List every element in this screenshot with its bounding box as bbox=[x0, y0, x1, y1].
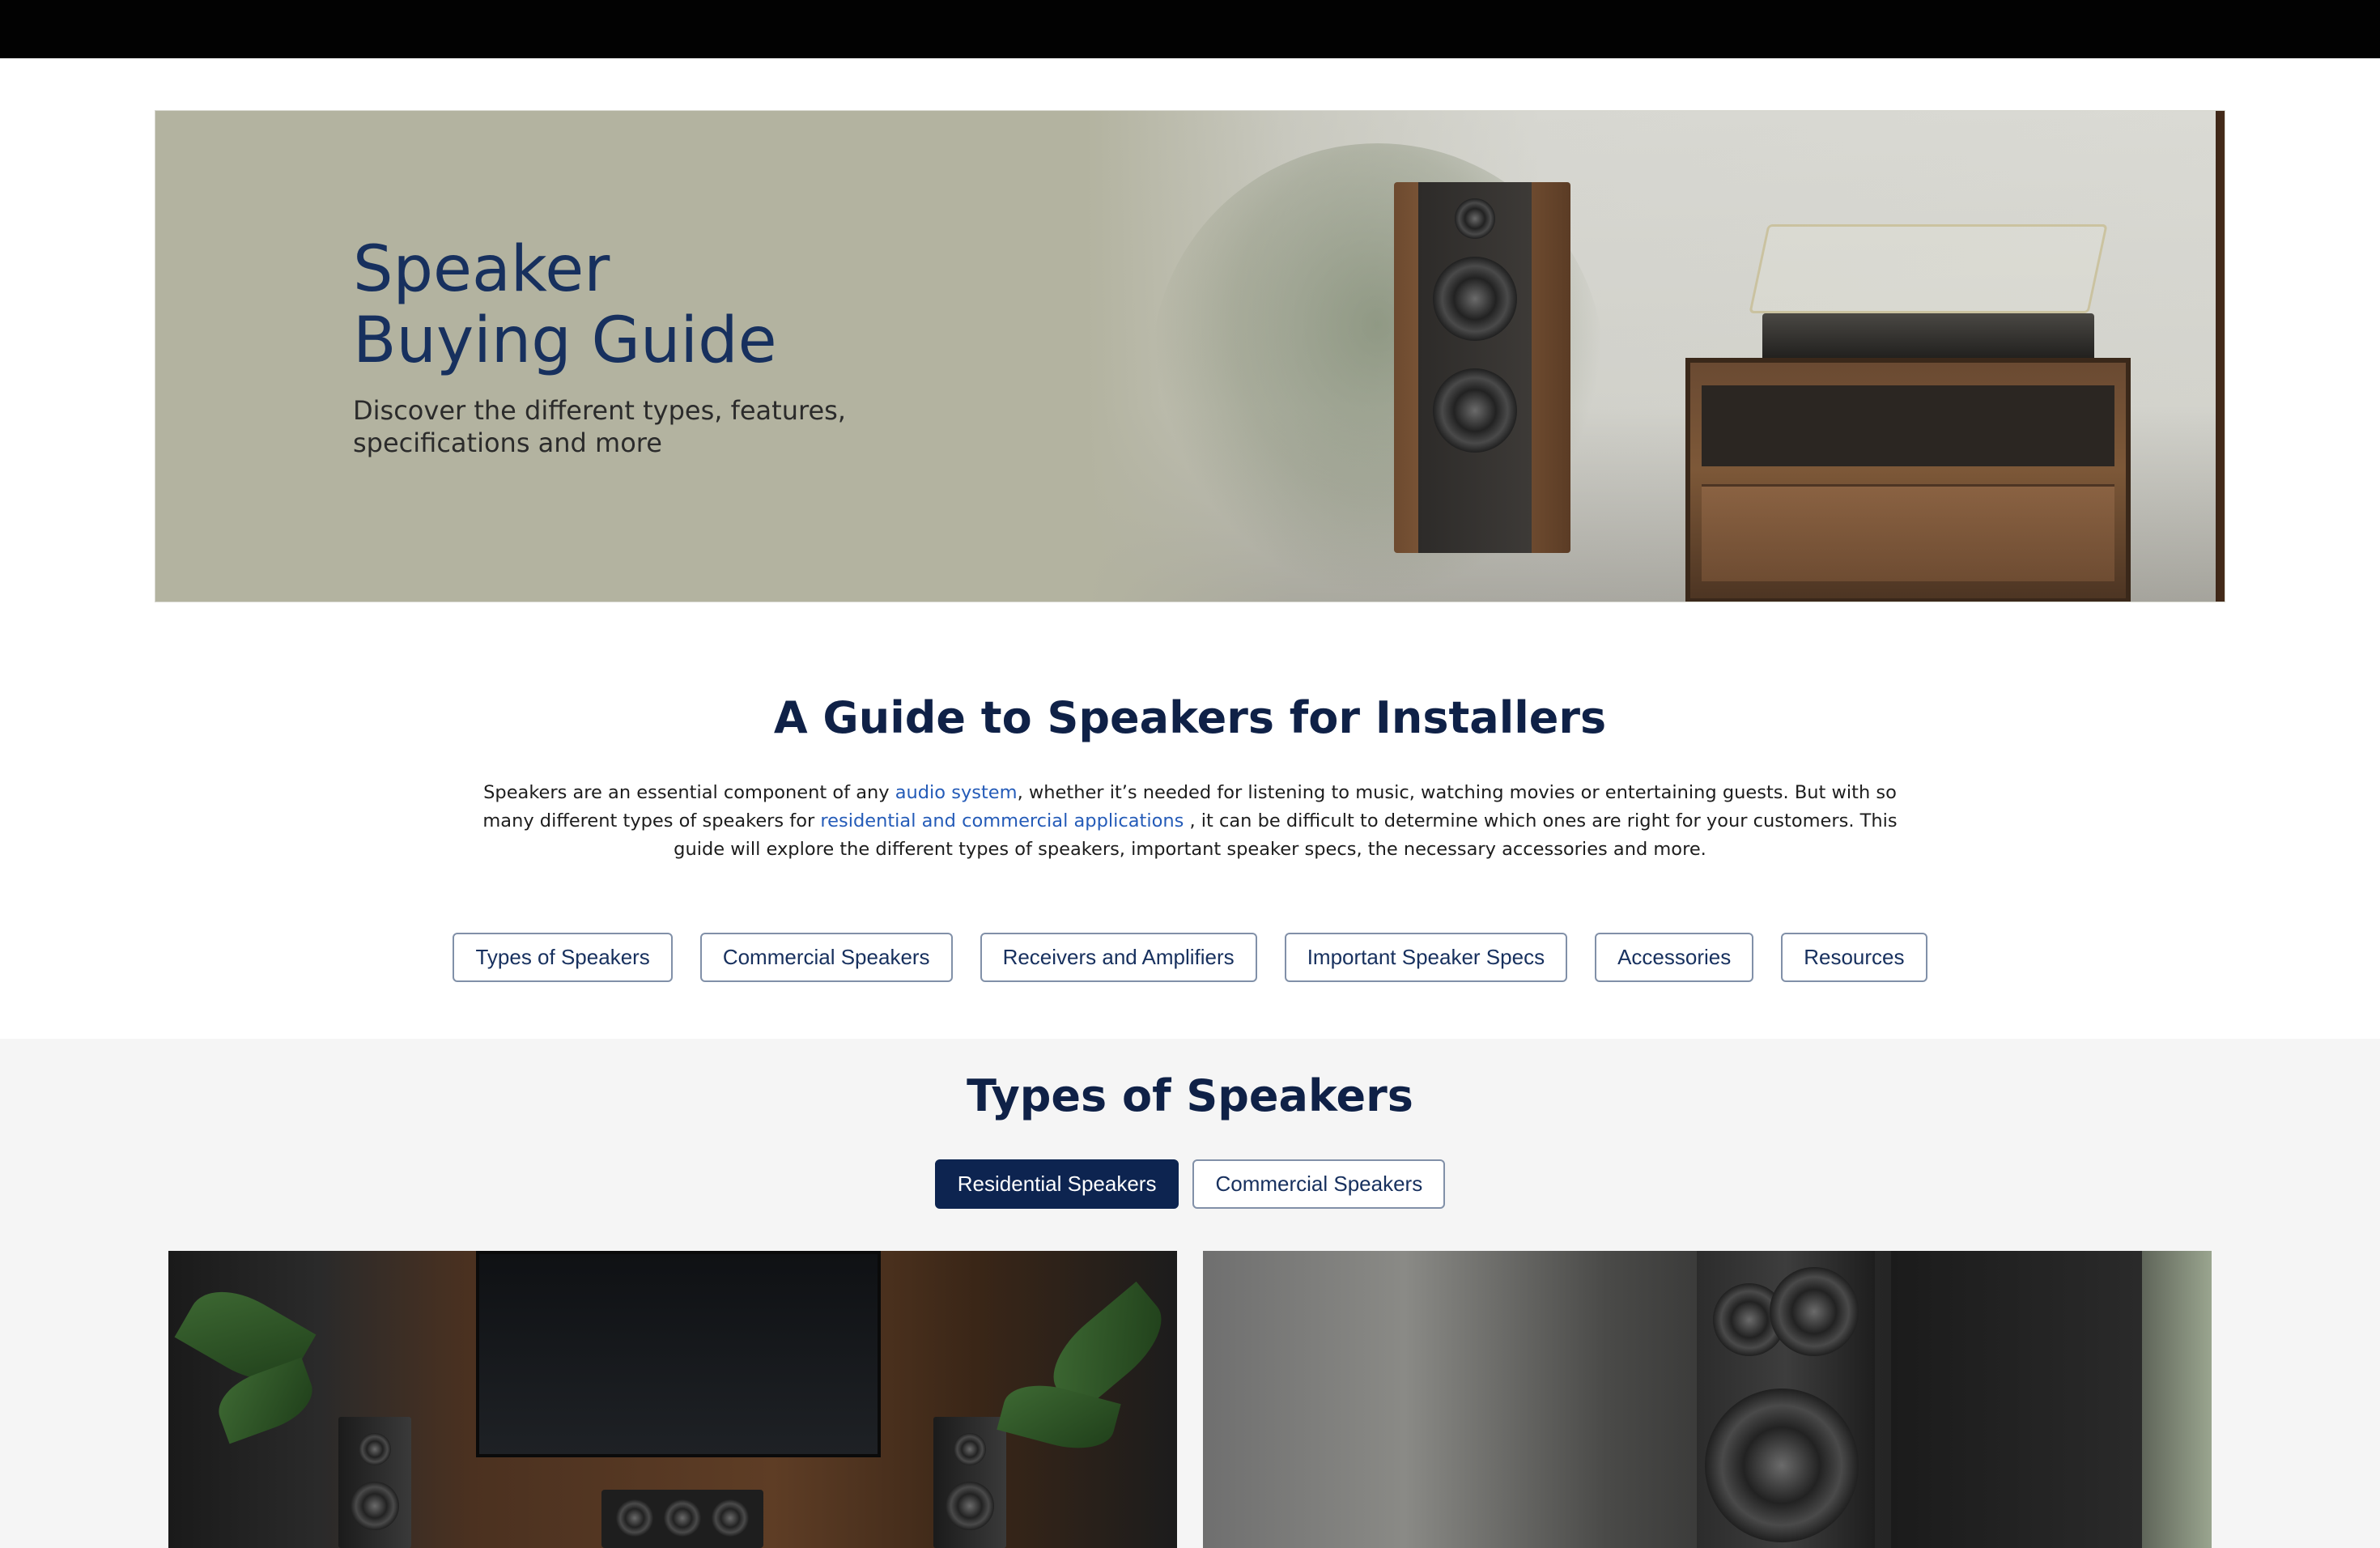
commercial-speakers-image[interactable] bbox=[1203, 1251, 2212, 1548]
audio-system-link[interactable]: audio system bbox=[895, 782, 1018, 803]
speaker-type-tabs: Residential Speakers Commercial Speakers bbox=[0, 1159, 2380, 1209]
guide-intro-text: Speakers are an essential component of a… bbox=[470, 779, 1910, 864]
hero-title-line2: Buying Guide bbox=[353, 304, 777, 377]
nav-accessories-button[interactable]: Accessories bbox=[1595, 933, 1754, 982]
types-of-speakers-section: Types of Speakers Residential Speakers C… bbox=[0, 1039, 2380, 1548]
types-title: Types of Speakers bbox=[967, 1070, 1413, 1121]
turntable-lid-image bbox=[1749, 224, 2108, 313]
tower-speaker-image bbox=[2216, 111, 2225, 602]
hero-banner: Speaker Buying Guide Discover the differ… bbox=[155, 110, 2225, 602]
amplifier-panel-image bbox=[1891, 1251, 2142, 1548]
bookshelf-speaker-image bbox=[1697, 1251, 1875, 1548]
section-nav: Types of Speakers Commercial Speakers Re… bbox=[0, 933, 2380, 982]
nav-commercial-speakers-button[interactable]: Commercial Speakers bbox=[699, 933, 953, 982]
residential-commercial-link[interactable]: residential and commercial applications bbox=[820, 810, 1184, 831]
top-bar bbox=[0, 0, 2380, 58]
intro-text-part1: Speakers are an essential component of a… bbox=[483, 782, 895, 803]
nav-speaker-specs-button[interactable]: Important Speaker Specs bbox=[1284, 933, 1568, 982]
center-speaker-image bbox=[601, 1490, 763, 1548]
tab-residential-speakers[interactable]: Residential Speakers bbox=[934, 1159, 1179, 1209]
media-stand-image bbox=[1685, 358, 2131, 602]
turntable-image bbox=[1762, 313, 2094, 362]
hero-title-line1: Speaker bbox=[353, 233, 610, 306]
tv-image bbox=[476, 1251, 881, 1457]
hero-subtitle: Discover the different types, features, … bbox=[353, 395, 846, 458]
guide-title: A Guide to Speakers for Installers bbox=[773, 692, 1607, 743]
hero-title: Speaker Buying Guide bbox=[353, 234, 920, 376]
right-speaker-image bbox=[933, 1417, 1006, 1548]
left-speaker-image bbox=[338, 1417, 411, 1548]
nav-receivers-amplifiers-button[interactable]: Receivers and Amplifiers bbox=[980, 933, 1257, 982]
tab-commercial-speakers[interactable]: Commercial Speakers bbox=[1192, 1159, 1446, 1209]
nav-resources-button[interactable]: Resources bbox=[1781, 933, 1927, 982]
floor-speaker-image bbox=[1394, 182, 1570, 553]
residential-speakers-image[interactable] bbox=[168, 1251, 1177, 1548]
nav-types-of-speakers-button[interactable]: Types of Speakers bbox=[453, 933, 673, 982]
